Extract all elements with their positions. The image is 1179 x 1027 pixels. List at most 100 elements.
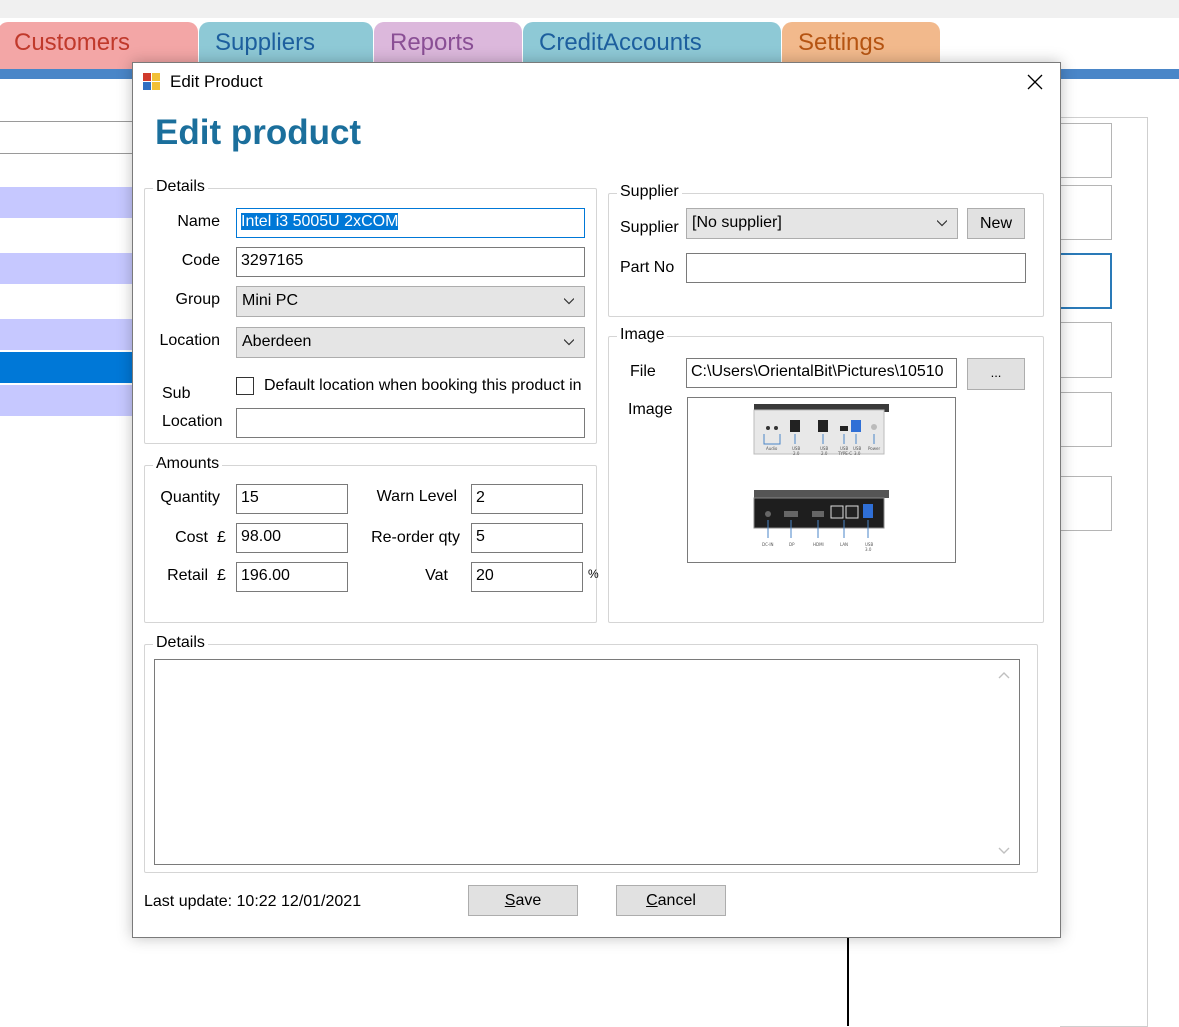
tab-reports-label: Reports	[390, 29, 475, 56]
port-sub-top: TYPE-C	[837, 451, 852, 456]
location-select-value: Aberdeen	[242, 333, 312, 350]
code-label: Code	[181, 252, 220, 269]
reorder-qty-field[interactable]: 5	[471, 523, 583, 553]
group-label: Group	[175, 291, 220, 308]
main-window-top-strip	[0, 0, 1179, 18]
mini-pc-ports-picture: Audio USB USB USB USB Power 2.0 2.0 TYPE…	[753, 404, 889, 552]
amounts-group-title: Amounts	[153, 455, 223, 473]
cost-label: Cost	[175, 529, 208, 546]
quantity-field[interactable]: 15	[236, 484, 348, 514]
scroll-up-icon[interactable]	[997, 670, 1011, 680]
page-title: Edit product	[155, 113, 362, 152]
quantity-field-value: 15	[241, 489, 259, 506]
retail-currency: £	[217, 567, 226, 584]
chevron-down-icon	[937, 220, 947, 227]
dialog-title: Edit Product	[170, 72, 263, 91]
code-field-value: 3297165	[241, 252, 304, 269]
port-sub-top: 2.0	[793, 451, 800, 456]
cancel-button[interactable]: Cancel	[616, 885, 726, 916]
vat-percent: %	[588, 567, 599, 581]
supplier-label: Supplier	[620, 219, 679, 236]
background-list-row[interactable]	[0, 319, 140, 350]
supplier-select-value: [No supplier]	[692, 214, 782, 231]
reorder-qty-field-value: 5	[476, 528, 485, 545]
cost-field[interactable]: 98.00	[236, 523, 348, 553]
scroll-down-icon[interactable]	[997, 846, 1011, 856]
background-list-row-selected[interactable]	[0, 352, 140, 383]
last-update-label: Last update: 10:22 12/01/2021	[144, 893, 361, 911]
port-label-bottom: DC-IN	[762, 542, 774, 547]
dialog-titlebar[interactable]: Edit Product	[133, 63, 1060, 101]
chevron-down-icon	[564, 339, 574, 346]
close-button[interactable]	[1011, 63, 1059, 101]
port-label-bottom: DP	[789, 542, 795, 547]
background-list-row[interactable]	[0, 253, 140, 284]
cancel-button-label: ancel	[657, 892, 696, 909]
retail-field-value: 196.00	[241, 567, 290, 584]
background-field[interactable]	[1060, 476, 1112, 531]
cost-currency: £	[217, 529, 226, 546]
background-field-focused[interactable]	[1060, 253, 1112, 309]
location-label: Location	[159, 332, 221, 349]
group-select-value: Mini PC	[242, 292, 299, 309]
notes-textarea[interactable]	[154, 659, 1020, 865]
location-select[interactable]: Aberdeen	[236, 327, 585, 358]
file-label: File	[630, 363, 656, 380]
warn-level-field[interactable]: 2	[471, 484, 583, 514]
warn-level-field-value: 2	[476, 489, 485, 506]
background-field[interactable]	[1060, 185, 1112, 240]
port-label-bottom: HDMI	[813, 542, 824, 547]
background-field[interactable]	[1060, 322, 1112, 378]
part-no-field[interactable]	[686, 253, 1026, 283]
background-search-field[interactable]	[0, 121, 140, 154]
tab-creditaccounts-label: CreditAccounts	[539, 29, 702, 56]
app-icon	[143, 73, 161, 91]
background-list-row[interactable]	[0, 385, 140, 416]
browse-button[interactable]: ...	[967, 358, 1025, 390]
sub-label: Sub	[162, 385, 191, 402]
part-no-label: Part No	[620, 259, 675, 276]
port-sub-bottom: 3.0	[865, 547, 872, 552]
chevron-down-icon	[564, 298, 574, 305]
name-field[interactable]: Intel i3 5005U 2xCOM	[236, 208, 585, 238]
file-path-field-value: C:\Users\OrientalBit\Pictures\10510	[691, 363, 944, 380]
vat-field[interactable]: 20	[471, 562, 583, 592]
port-label-bottom: LAN	[840, 542, 848, 547]
details-group-title: Details	[153, 178, 208, 196]
default-location-label[interactable]: Default location when booking this produ…	[264, 377, 582, 395]
tab-settings-label: Settings	[798, 29, 885, 56]
vat-field-value: 20	[476, 567, 494, 584]
last-update-value: 10:22 12/01/2021	[236, 893, 362, 910]
background-field[interactable]	[1060, 123, 1112, 178]
port-sub-top: 2.0	[821, 451, 828, 456]
save-button[interactable]: Save	[468, 885, 578, 916]
image-group-title: Image	[617, 326, 668, 344]
group-select[interactable]: Mini PC	[236, 286, 585, 317]
cancel-button-mnemonic: C	[646, 892, 658, 909]
cost-field-value: 98.00	[241, 528, 282, 545]
tab-suppliers-label: Suppliers	[215, 29, 316, 56]
reorder-qty-label: Re-order qty	[371, 529, 460, 546]
close-icon	[1027, 74, 1043, 90]
port-label-top: Audio	[766, 446, 778, 451]
background-field[interactable]	[1060, 392, 1112, 447]
new-supplier-button-label: New	[979, 215, 1012, 232]
code-field[interactable]: 3297165	[236, 247, 585, 277]
retail-field[interactable]: 196.00	[236, 562, 348, 592]
warn-level-label: Warn Level	[376, 488, 457, 505]
name-field-value: Intel i3 5005U 2xCOM	[241, 213, 399, 230]
retail-label: Retail	[167, 567, 208, 584]
vat-label: Vat	[425, 567, 448, 584]
name-label: Name	[177, 213, 220, 230]
default-location-checkbox[interactable]	[236, 377, 254, 395]
sub-location-field[interactable]	[236, 408, 585, 438]
supplier-select[interactable]: [No supplier]	[686, 208, 958, 239]
save-button-label: ave	[515, 892, 542, 909]
notes-group-title: Details	[153, 634, 208, 652]
sub-location-label: Location	[162, 413, 223, 430]
background-list-row[interactable]	[0, 187, 140, 218]
quantity-label: Quantity	[160, 489, 220, 506]
product-image[interactable]: Audio USB USB USB USB Power 2.0 2.0 TYPE…	[687, 397, 956, 563]
file-path-field[interactable]: C:\Users\OrientalBit\Pictures\10510	[686, 358, 957, 388]
new-supplier-button[interactable]: New	[967, 208, 1025, 239]
